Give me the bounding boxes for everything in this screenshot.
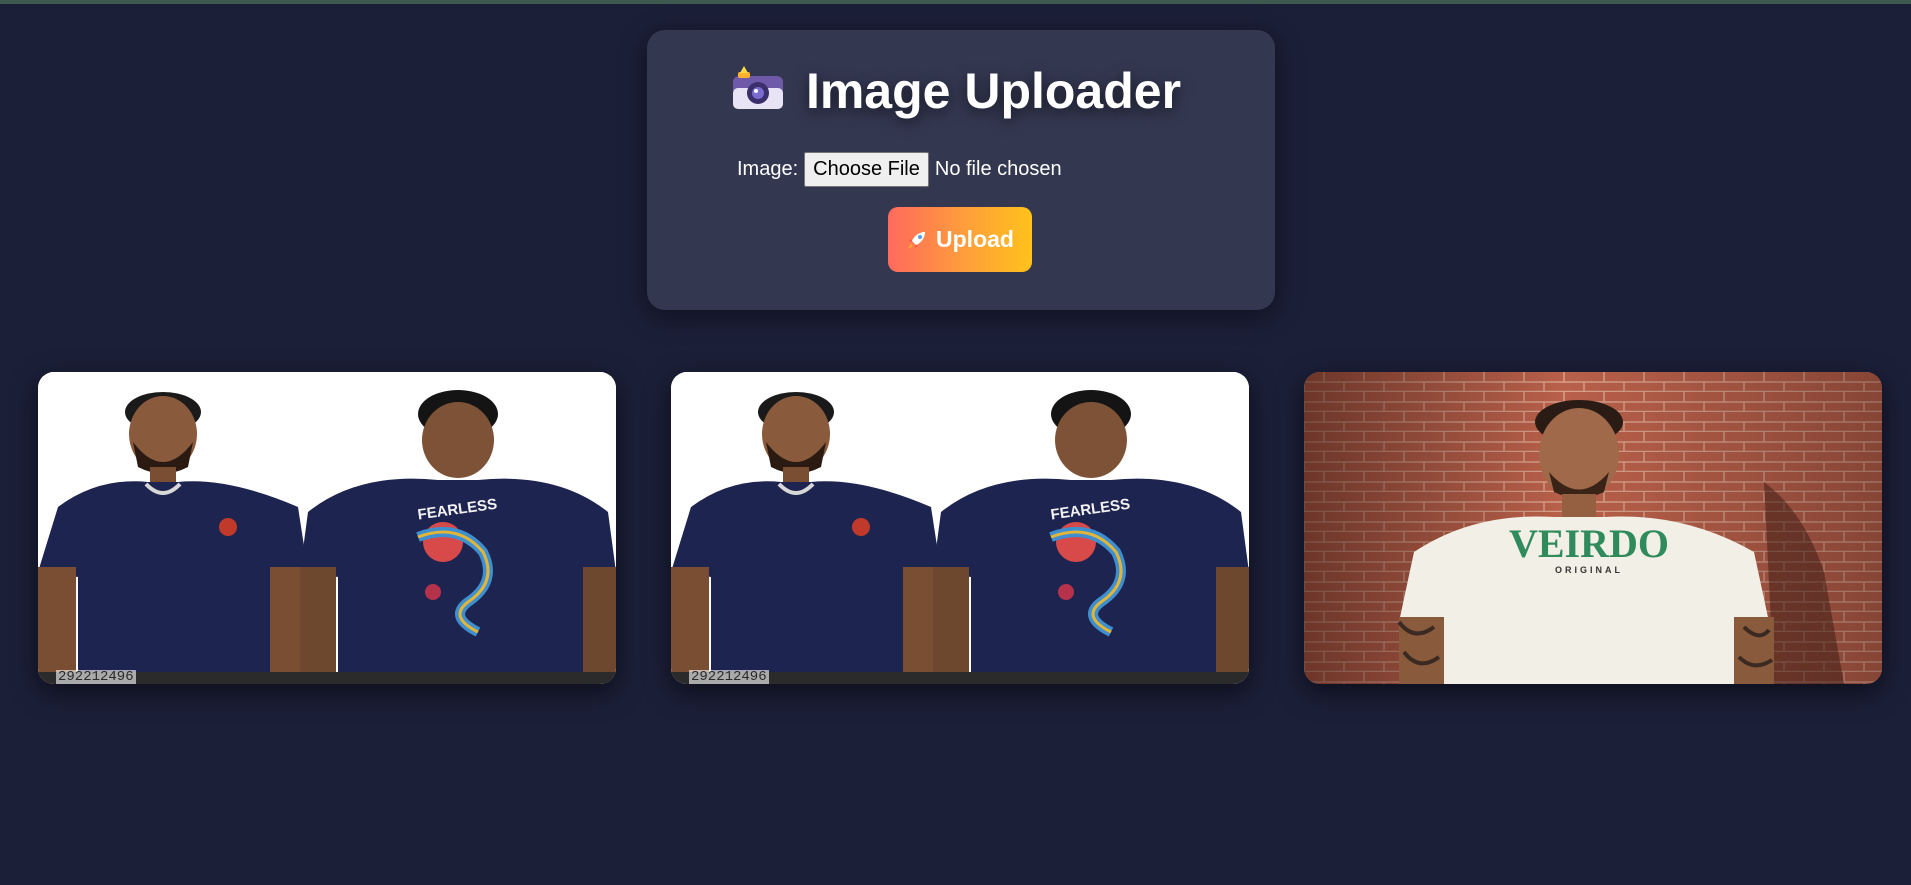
photo-two-men-navy-tshirts: FEARLESS [38, 372, 616, 684]
choose-file-button[interactable]: Choose File [804, 152, 929, 187]
image-label: Image: [737, 158, 799, 180]
browser-top-strip [0, 0, 1911, 4]
image-file-row: Image: Choose File No file chosen [737, 152, 1062, 187]
upload-button-label: Upload [936, 226, 1014, 252]
page-title-text: Image Uploader [805, 63, 1182, 119]
rocket-icon [906, 229, 928, 251]
gallery-image-2[interactable]: FEARLESS 292212496 [671, 372, 1249, 684]
file-status-text: No file chosen [934, 158, 1062, 180]
camera-with-flash-icon [730, 66, 786, 112]
gallery-image-1[interactable]: FEARLESS 292212496 [38, 372, 616, 684]
gallery-image-3[interactable]: VEIRDO ORIGINAL [1304, 372, 1882, 684]
photo-man-white-tshirt-brick-wall: VEIRDO ORIGINAL [1304, 372, 1882, 684]
upload-button[interactable]: Upload [888, 207, 1032, 272]
shirt-print-text: VEIRDO [1509, 521, 1669, 566]
shirt-print-subtext: ORIGINAL [1555, 565, 1623, 575]
image-watermark: 292212496 [689, 669, 769, 684]
page-title: Image Uploader [0, 62, 1911, 120]
image-watermark: 292212496 [56, 669, 136, 684]
photo-two-men-navy-tshirts: FEARLESS [671, 372, 1249, 684]
